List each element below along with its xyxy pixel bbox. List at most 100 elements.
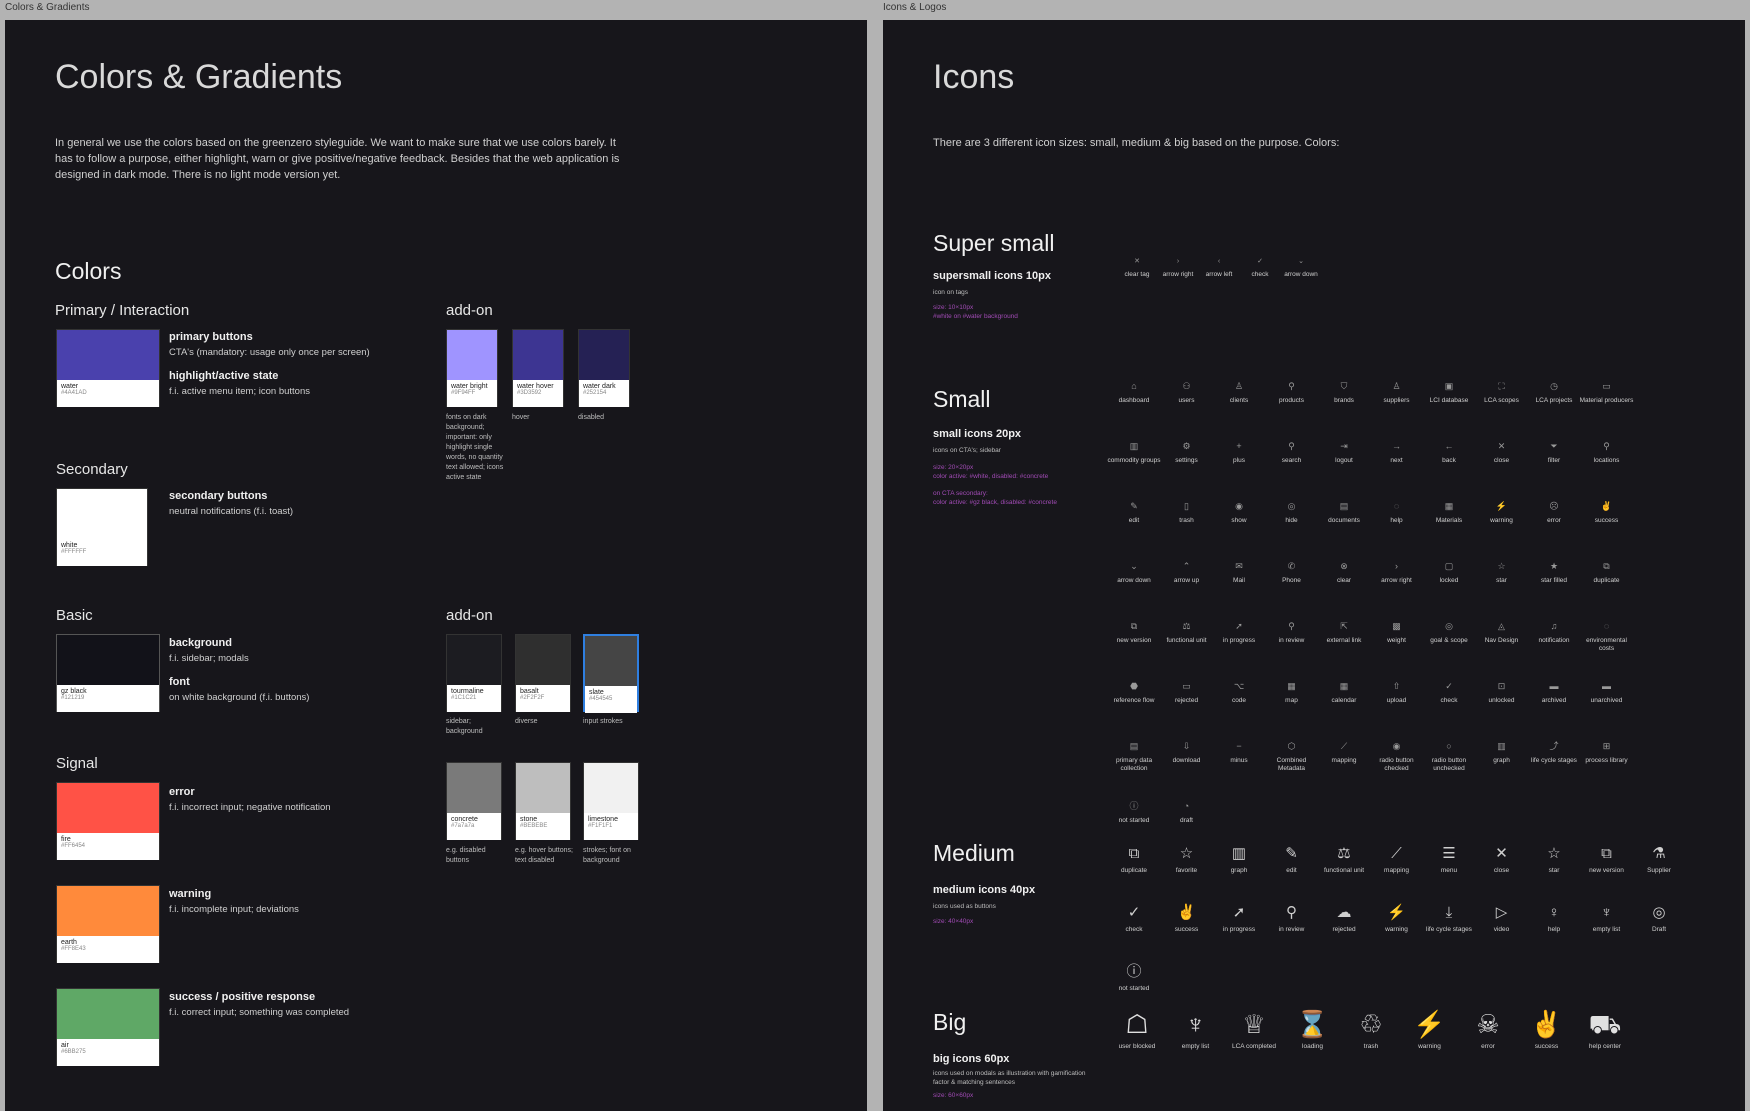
colors-heading: Colors <box>55 258 122 284</box>
products-icon: ⚲ <box>1288 381 1295 391</box>
icon-tile-brands: ⛉ brands <box>1316 382 1372 405</box>
icon-tile-rejected: ▭ rejected <box>1159 682 1215 705</box>
icon-label: rejected <box>1174 697 1199 704</box>
graph-icon: ▥ <box>1497 741 1506 751</box>
swatch-hex: #252154 <box>583 390 607 396</box>
icon-tile-new-version: ⧉ new version <box>1106 622 1162 645</box>
icon-tile-users: ⚇ users <box>1159 382 1215 405</box>
icon-label: radio button unchecked <box>1431 757 1467 772</box>
favorite-icon: ☆ <box>1179 845 1194 862</box>
icon-tile-functional-unit: ⚖ functional unit <box>1316 846 1372 875</box>
icon-tile-error: ☠ error <box>1460 1011 1516 1051</box>
icon-label: empty list <box>1592 926 1621 933</box>
sub-title: small icons 20px <box>933 428 1022 440</box>
trash-icon: ▯ <box>1184 501 1189 511</box>
icon-label: LCA projects <box>1535 397 1573 404</box>
not-started-icon: ⓘ <box>1129 801 1139 811</box>
swatch-name: tourmaline <box>451 688 484 695</box>
icon-tile-warning: ⚡ warning <box>1369 905 1425 934</box>
swatch-water: water #4A41AD <box>56 329 160 407</box>
arrow-down-icon: ⌄ <box>1298 258 1304 265</box>
icon-tile-duplicate: ⧉ duplicate <box>1579 562 1635 585</box>
icon-tile-graph: ▥ graph <box>1211 846 1267 875</box>
icon-tile-radio-button-unchecked: ○ radio button unchecked <box>1421 742 1477 773</box>
icon-label: brands <box>1334 397 1354 404</box>
icon-label: mapping <box>1384 867 1409 874</box>
icon-label: arrow down <box>1117 577 1151 584</box>
swatch-slate[interactable]: slate #454545 <box>583 634 639 713</box>
in-progress-icon: ➚ <box>1235 621 1243 631</box>
clear-icon: ⊗ <box>1340 561 1348 571</box>
icon-tile-locked: ▢ locked <box>1421 562 1477 585</box>
swatch-note: input strokes <box>583 718 623 725</box>
icon-tile-warning: ⚡ warning <box>1402 1011 1458 1051</box>
swatch-note: hover <box>512 414 530 421</box>
process-library-icon: ⊞ <box>1602 741 1611 751</box>
frame-label-icons[interactable]: Icons & Logos <box>883 2 946 13</box>
medium-heading: Medium <box>933 840 1015 866</box>
icon-tile-goal-scope: ◎ goal & scope <box>1421 622 1477 645</box>
swatch-name: stone <box>520 816 538 823</box>
icon-label: empty list <box>1181 1043 1210 1050</box>
sub-title: big icons 60px <box>933 1053 1010 1065</box>
swatch-fill <box>585 636 637 686</box>
sub-title: medium icons 40px <box>933 884 1036 896</box>
icon-label: duplicate <box>1593 577 1620 584</box>
video-icon: ▷ <box>1495 904 1508 921</box>
check-icon: ✓ <box>1127 904 1141 921</box>
icon-tile-new-version: ⧉ new version <box>1579 846 1635 875</box>
close-icon: ✕ <box>1497 441 1506 451</box>
icons-frame: Icons There are 3 different icon sizes: … <box>883 20 1745 1111</box>
swatch-hex: #4A41AD <box>61 390 87 396</box>
swatch-fill <box>579 330 629 380</box>
materials-icon: ▦ <box>1444 501 1454 511</box>
duplicate-icon: ⧉ <box>1128 845 1140 862</box>
icon-tile-help: ◌ help <box>1369 502 1425 525</box>
radio-button-checked-icon: ◉ <box>1392 741 1401 751</box>
icon-label: arrow right <box>1381 577 1412 584</box>
calendar-icon: ▦ <box>1339 681 1349 691</box>
empty-list-icon: ♆ <box>1600 904 1613 921</box>
icon-label: duplicate <box>1120 867 1148 874</box>
page-title: Colors & Gradients <box>55 58 343 96</box>
colors-frame: Colors & Gradients In general we use the… <box>5 20 867 1111</box>
swatch-fill <box>57 330 159 380</box>
icon-label: locked <box>1439 577 1459 584</box>
icon-tile-settings: ⚙ settings <box>1159 442 1215 465</box>
next-icon: → <box>1392 441 1401 451</box>
icon-tile-arrow-right: › arrow right <box>1369 562 1425 585</box>
small-desc: small icons 20px icons on CTA's; sidebar… <box>933 428 1103 507</box>
big-heading: Big <box>933 1009 967 1035</box>
icon-label: map <box>1285 697 1298 704</box>
swatch-fill <box>447 763 501 813</box>
mapping-icon: ⟋ <box>1340 741 1348 751</box>
icon-tile-environmental-costs: ◌ environmental costs <box>1579 622 1635 653</box>
swatch-water-hover: water hover #3D3592 <box>512 329 564 407</box>
icon-tile-next: → next <box>1369 442 1425 465</box>
lci-database-icon: ▣ <box>1444 381 1454 391</box>
icon-tile-duplicate: ⧉ duplicate <box>1106 846 1162 875</box>
swatch-name: air <box>61 1042 69 1049</box>
warning-icon: ⚡ <box>1413 1009 1446 1039</box>
icon-label: new version <box>1589 867 1624 874</box>
success-icon: ✌ <box>1530 1009 1563 1039</box>
tag-text: icons on CTA's; sidebar <box>933 447 1001 454</box>
swatch-name: earth <box>61 939 77 946</box>
icon-tile-commodity-groups: ▥ commodity groups <box>1106 442 1162 465</box>
swatch-hex: #2F2F2F <box>520 695 545 701</box>
icon-tile-not-started: ⓘ not started <box>1106 964 1162 993</box>
icon-tile-mail: ✉ Mail <box>1211 562 1267 585</box>
icon-tile-reference-flow: ⬣ reference flow <box>1106 682 1162 705</box>
frame-label-colors[interactable]: Colors & Gradients <box>5 2 89 13</box>
icon-tile-loading: ⌛ loading <box>1285 1011 1341 1051</box>
swatch-concrete: concrete #7a7a7a <box>446 762 502 840</box>
icon-tile-phone: ✆ Phone <box>1264 562 1320 585</box>
code-icon: ⌥ <box>1233 681 1245 691</box>
icon-tile-nav-design: ◬ Nav Design <box>1474 622 1530 645</box>
size-note: size: 20×20px <box>933 464 974 471</box>
weight-icon: ▩ <box>1392 621 1401 631</box>
medium-desc: medium icons 40px icons used as buttons … <box>933 884 1103 926</box>
loading-icon: ⌛ <box>1296 1009 1329 1039</box>
icon-label: error <box>1547 517 1561 524</box>
swatch-fill <box>57 886 159 936</box>
